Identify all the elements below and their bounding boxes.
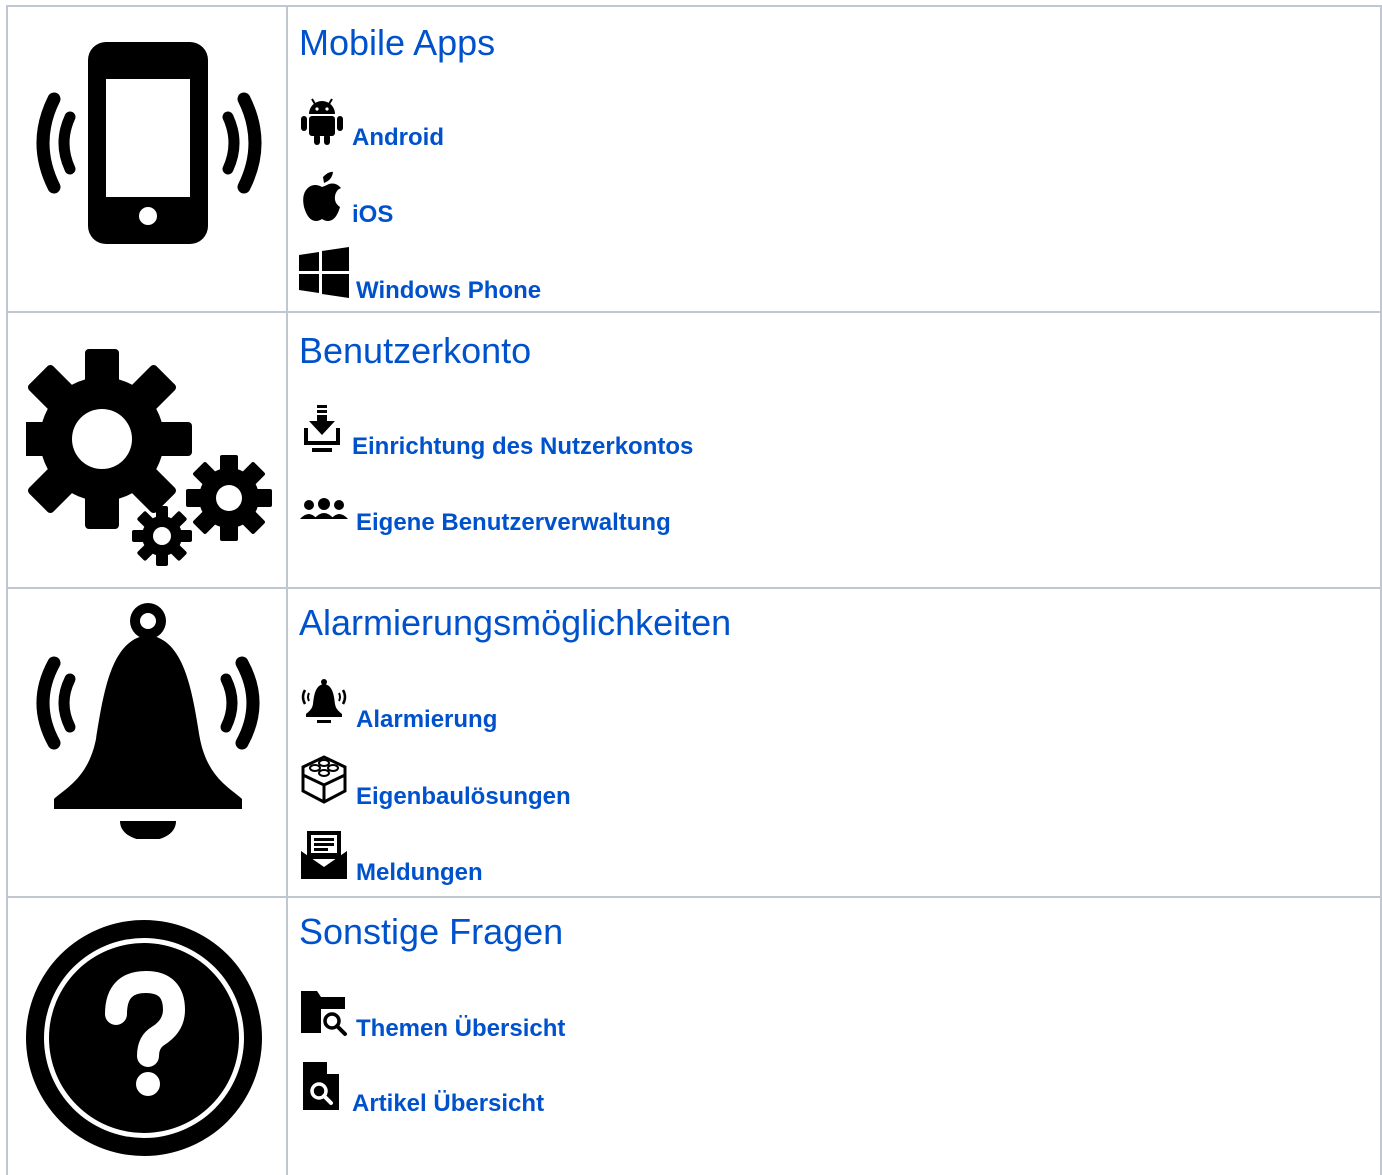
eigenbauloesungen-link[interactable]: Eigenbaulösungen [356,785,571,809]
link-item-artikel-uebersicht: Artikel Übersicht [299,1060,544,1116]
ringing-bell-icon [36,603,260,839]
icon-cell [6,5,288,313]
link-item-einrichtung: Einrichtung des Nutzerkontos [299,403,693,459]
content-cell: Alarmierungsmöglichkeiten Alarmierung Ei… [286,587,1382,898]
section-title-benutzerkonto[interactable]: Benutzerkonto [299,330,531,372]
link-item-benutzerverwaltung: Eigene Benutzerverwaltung [299,495,671,535]
question-circle-icon [26,920,262,1156]
smartphone-vibrate-icon [36,42,262,244]
link-item-eigenbauloesungen: Eigenbaulösungen [299,753,571,809]
themen-uebersicht-link[interactable]: Themen Übersicht [356,1017,565,1041]
link-item-android: Android [299,94,444,150]
folder-search-icon [301,991,349,1037]
link-item-ios: iOS [299,171,393,227]
link-item-themen-uebersicht: Themen Übersicht [299,985,565,1041]
section-title-alarmierungsmoeglichkeiten[interactable]: Alarmierungsmöglichkeiten [299,602,731,644]
windows-icon [299,247,349,298]
android-link[interactable]: Android [352,126,444,150]
link-item-alarmierung: Alarmierung [299,676,497,732]
content-cell: Sonstige Fragen Themen Übersicht Artikel… [286,896,1382,1175]
building-block-icon [301,755,347,804]
icon-cell [6,587,288,898]
icon-cell [6,896,288,1175]
table-row: Alarmierungsmöglichkeiten Alarmierung Ei… [6,587,1382,898]
meldungen-link[interactable]: Meldungen [356,861,483,885]
gears-icon [26,349,272,566]
link-item-meldungen: Meldungen [299,829,483,885]
android-icon [301,98,343,145]
apple-icon [303,171,341,221]
content-cell: Mobile Apps Android iOS Windows Phone [286,5,1382,313]
table-row: Sonstige Fragen Themen Übersicht Artikel… [6,896,1382,1175]
section-title-mobile-apps[interactable]: Mobile Apps [299,22,495,64]
ios-link[interactable]: iOS [352,203,393,227]
ringing-bell-icon [301,679,347,723]
message-envelope-icon [301,831,347,879]
link-item-windows-phone: Windows Phone [299,247,541,303]
section-title-sonstige-fragen[interactable]: Sonstige Fragen [299,911,563,953]
user-group-icon [300,498,348,519]
windows-phone-link[interactable]: Windows Phone [356,279,541,303]
benutzerverwaltung-link[interactable]: Eigene Benutzerverwaltung [356,511,671,535]
document-search-icon [303,1062,339,1110]
faq-table: Mobile Apps Android iOS Windows Phone Be… [6,5,1382,1175]
einrichtung-link[interactable]: Einrichtung des Nutzerkontos [352,435,693,459]
table-row: Mobile Apps Android iOS Windows Phone [6,5,1382,313]
icon-cell [6,311,288,589]
download-tray-icon [304,405,340,452]
content-cell: Benutzerkonto Einrichtung des Nutzerkont… [286,311,1382,589]
table-row: Benutzerkonto Einrichtung des Nutzerkont… [6,311,1382,589]
artikel-uebersicht-link[interactable]: Artikel Übersicht [352,1092,544,1116]
alarmierung-link[interactable]: Alarmierung [356,708,497,732]
